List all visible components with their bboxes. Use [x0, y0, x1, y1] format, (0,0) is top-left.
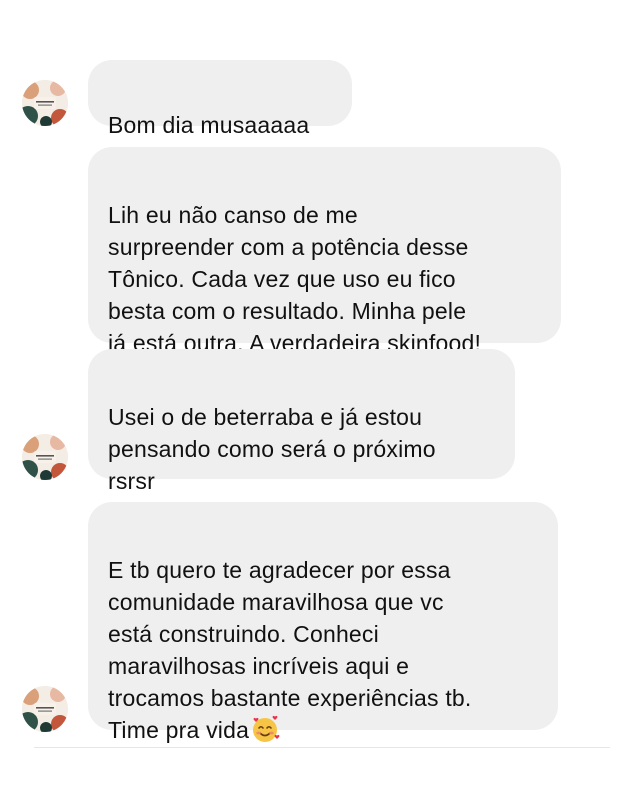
message-text: E tb quero te agradecer por essa comunid…: [108, 557, 472, 743]
message-text: Bom dia musaaaaa: [108, 112, 310, 138]
divider: [34, 747, 610, 748]
profile-avatar-icon[interactable]: [22, 80, 68, 126]
message-bubble[interactable]: E tb quero te agradecer por essa comunid…: [88, 502, 558, 743]
message-bubble[interactable]: Usei o de beterraba e já estou pensando …: [88, 349, 515, 494]
profile-avatar-icon[interactable]: [22, 686, 68, 732]
smiling-face-with-hearts-icon: [250, 714, 280, 744]
message-bubble[interactable]: Lih eu não canso de me surpreender com a…: [88, 147, 561, 356]
message-thread: Bom dia musaaaaa Lih eu não canso de me …: [0, 0, 640, 800]
profile-avatar-icon[interactable]: [22, 434, 68, 480]
message-text: Lih eu não canso de me surpreender com a…: [108, 202, 482, 356]
message-text: Usei o de beterraba e já estou pensando …: [108, 404, 436, 494]
message-bubble[interactable]: Bom dia musaaaaa: [88, 60, 352, 138]
